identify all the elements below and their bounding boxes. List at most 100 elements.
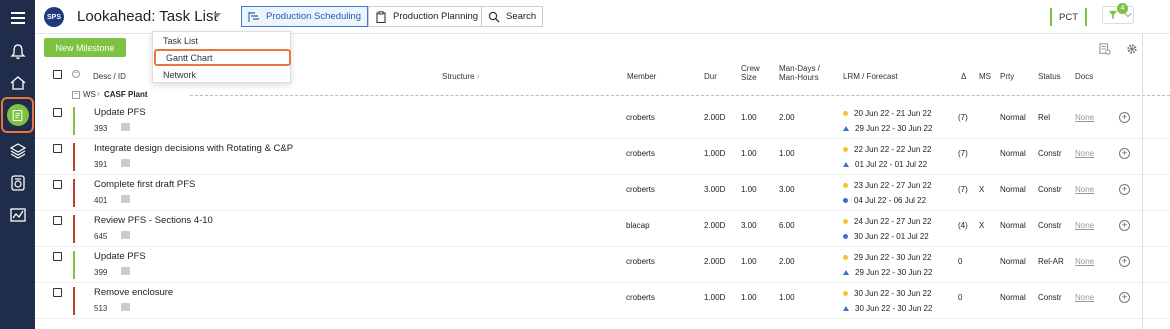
group-row: − WS › CASF Plant <box>35 89 1170 101</box>
tab-production-planning[interactable]: Production Planning <box>368 6 486 27</box>
add-icon[interactable]: + <box>1119 292 1130 303</box>
analytics-icon[interactable] <box>4 201 31 228</box>
col-desc-id[interactable]: Desc / ID <box>93 72 126 81</box>
report-icon[interactable] <box>4 169 31 196</box>
add-icon[interactable]: + <box>1119 256 1130 267</box>
menu-item-network[interactable]: Network <box>153 67 290 83</box>
add-icon[interactable]: + <box>1119 220 1130 231</box>
col-structure[interactable]: Structure › <box>442 72 479 81</box>
bell-icon[interactable] <box>4 38 31 65</box>
comment-icon[interactable] <box>121 303 130 311</box>
add-icon[interactable]: + <box>1119 112 1130 123</box>
docs-link[interactable]: None <box>1075 221 1094 230</box>
docs-link[interactable]: None <box>1075 257 1094 266</box>
forecast-dates: 29 Jun 22 - 30 Jun 22 <box>843 268 932 277</box>
col-crew-size[interactable]: Crew Size <box>741 64 765 82</box>
duration: 2.00D <box>704 221 726 230</box>
task-description[interactable]: Update PFS <box>94 107 146 118</box>
comment-icon[interactable] <box>121 231 130 239</box>
task-description[interactable]: Integrate design decisions with Rotating… <box>94 143 293 154</box>
forecast-dates: 30 Jun 22 - 01 Jul 22 <box>843 232 929 241</box>
home-icon[interactable] <box>4 69 31 96</box>
menu-item-task-list[interactable]: Task List <box>153 33 290 49</box>
task-description[interactable]: Remove enclosure <box>94 287 173 298</box>
forecast-triangle-icon <box>843 270 849 276</box>
man-days: 1.00 <box>779 293 795 302</box>
priority: Normal <box>1000 113 1026 122</box>
status: Constr <box>1038 185 1062 194</box>
docs-link[interactable]: None <box>1075 113 1094 122</box>
menu-item-gantt-chart[interactable]: Gantt Chart <box>154 49 291 66</box>
col-member[interactable]: Member <box>627 72 656 81</box>
task-description[interactable]: Review PFS - Sections 4-10 <box>94 215 213 226</box>
export-settings-icon[interactable] <box>1099 42 1111 60</box>
row-checkbox[interactable] <box>53 180 62 189</box>
new-milestone-button[interactable]: New Milestone <box>44 38 126 57</box>
hamburger-menu-icon[interactable] <box>4 4 31 31</box>
add-icon[interactable]: + <box>1119 184 1130 195</box>
row-checkbox[interactable] <box>53 252 62 261</box>
col-dur[interactable]: Dur <box>704 72 717 81</box>
lrm-dot-icon <box>843 183 848 189</box>
comment-icon[interactable] <box>121 267 130 275</box>
task-description[interactable]: Update PFS <box>94 251 146 262</box>
group-collapse-icon[interactable]: − <box>72 91 80 99</box>
title-dropdown-caret-icon[interactable] <box>213 13 221 18</box>
task-id: 513 <box>94 304 108 313</box>
col-lrm-forecast[interactable]: LRM / Forecast <box>843 72 898 81</box>
task-row[interactable]: Review PFS - Sections 4-10 645 blacap 2.00D… <box>35 211 1170 247</box>
priority: Normal <box>1000 185 1026 194</box>
task-row[interactable]: Update PFS 393 croberts 2.00D 1.00 2.00 20 Jun… <box>35 103 1170 139</box>
collapse-all-icon[interactable]: − <box>72 70 80 78</box>
project-selector[interactable]: PCT <box>1050 8 1087 26</box>
add-icon[interactable]: + <box>1119 148 1130 159</box>
task-id: 399 <box>94 268 108 277</box>
task-row[interactable]: Complete first draft PFS 401 croberts 3.00D… <box>35 175 1170 211</box>
member: croberts <box>626 185 655 194</box>
task-description[interactable]: Complete first draft PFS <box>94 179 195 190</box>
group-prefix: WS <box>83 90 96 99</box>
docs-link[interactable]: None <box>1075 185 1094 194</box>
task-row[interactable]: Integrate design decisions with Rotating… <box>35 139 1170 175</box>
col-status[interactable]: Status <box>1038 72 1061 81</box>
tab-production-scheduling[interactable]: Production Scheduling <box>241 6 369 27</box>
task-row[interactable]: Remove enclosure 513 croberts 1.00D 1.00 1.00… <box>35 283 1170 319</box>
clipboard-icon <box>376 10 386 23</box>
col-docs[interactable]: Docs <box>1075 72 1093 81</box>
group-name: CASF Plant <box>104 90 148 99</box>
page-title[interactable]: Lookahead: Task List <box>77 8 218 25</box>
duration: 3.00D <box>704 185 726 194</box>
comment-icon[interactable] <box>121 195 130 203</box>
tab-search[interactable]: Search <box>481 6 544 27</box>
row-checkbox[interactable] <box>53 108 62 117</box>
task-row[interactable]: Update PFS 399 croberts 2.00D 1.00 2.00 29 Jun… <box>35 247 1170 283</box>
task-id: 391 <box>94 160 108 169</box>
member: croberts <box>626 257 655 266</box>
layers-icon[interactable] <box>4 137 31 164</box>
col-ms[interactable]: MS <box>979 72 991 81</box>
duration: 1.00D <box>704 293 726 302</box>
row-checkbox[interactable] <box>53 288 62 297</box>
scrollbar[interactable] <box>1142 34 1143 329</box>
delta: 0 <box>958 257 963 266</box>
row-checkbox[interactable] <box>53 216 62 225</box>
status: Rel <box>1038 113 1051 122</box>
docs-link[interactable]: None <box>1075 293 1094 302</box>
col-delta[interactable]: Δ <box>961 72 966 81</box>
gear-icon[interactable] <box>1126 42 1138 60</box>
delta: (7) <box>958 113 968 122</box>
search-icon <box>488 11 500 22</box>
row-checkbox[interactable] <box>53 144 62 153</box>
col-prty[interactable]: Prty <box>1000 72 1014 81</box>
status: Constr <box>1038 221 1062 230</box>
col-man-days[interactable]: Man-Days / Man-Hours <box>779 64 829 82</box>
select-all-checkbox[interactable] <box>53 70 62 79</box>
forecast-dates: 01 Jul 22 - 01 Jul 22 <box>843 160 927 169</box>
comment-icon[interactable] <box>121 159 130 167</box>
comment-icon[interactable] <box>121 123 130 131</box>
forecast-dates: 30 Jun 22 - 30 Jun 22 <box>843 304 932 313</box>
docs-link[interactable]: None <box>1075 149 1094 158</box>
forecast-dot-icon <box>843 198 848 204</box>
crew-size: 1.00 <box>741 113 757 122</box>
task-list-nav-icon[interactable] <box>1 97 34 133</box>
